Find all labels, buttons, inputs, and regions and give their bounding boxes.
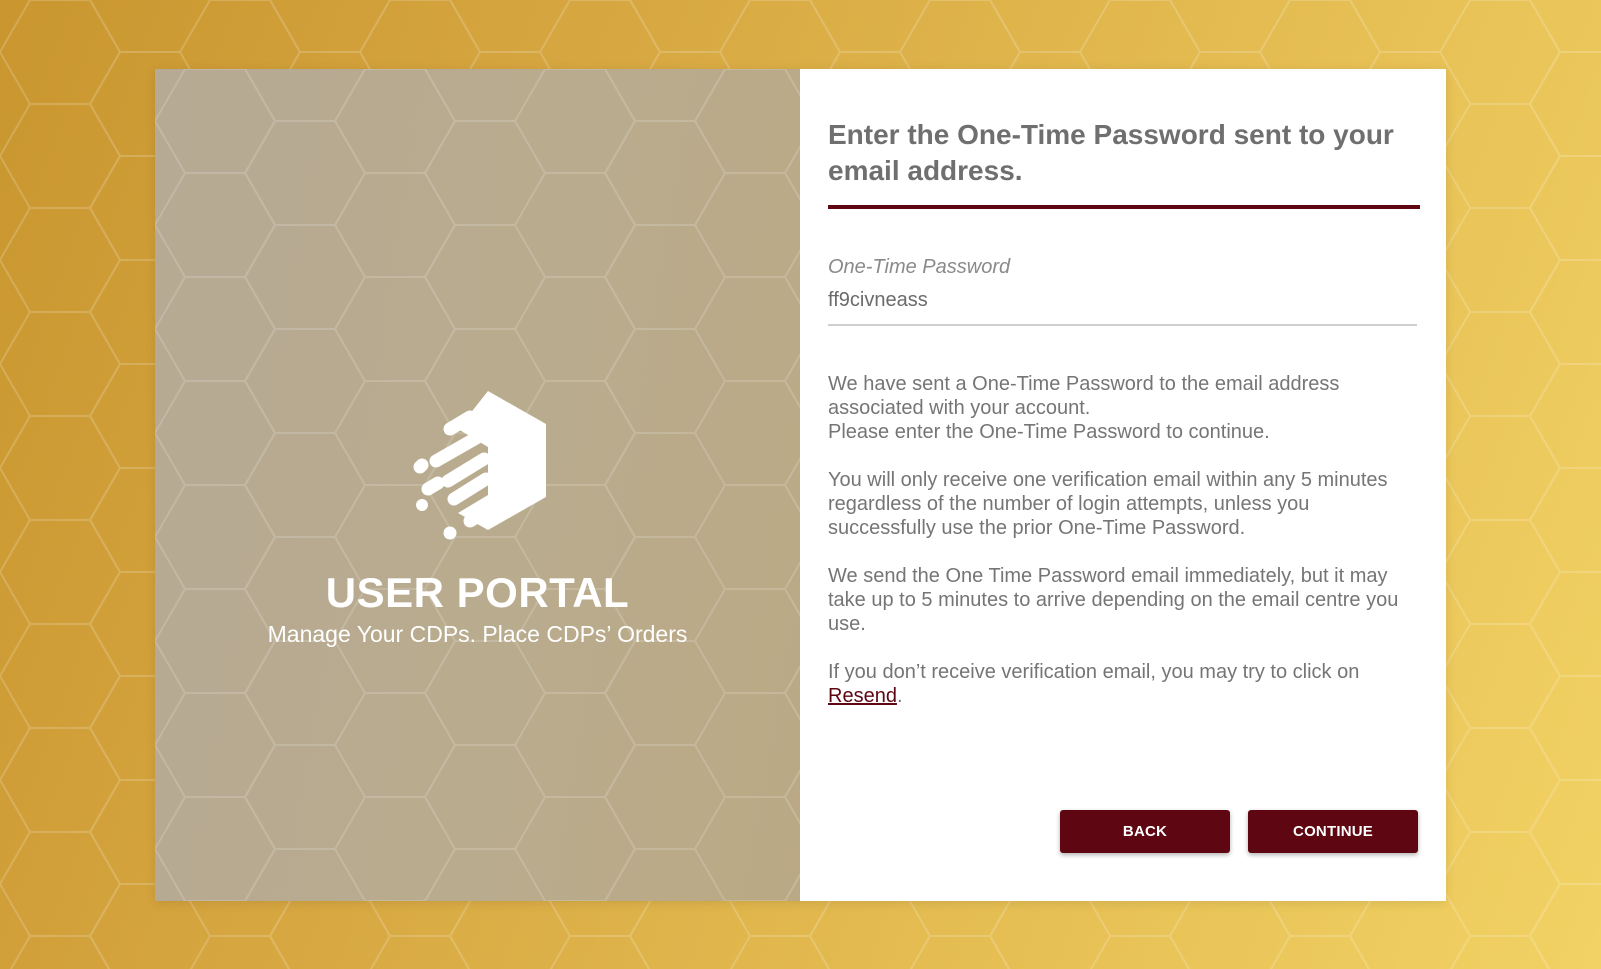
continue-button[interactable]: CONTINUE: [1248, 810, 1418, 853]
instructions-paragraph-4: If you don’t receive verification email,…: [828, 660, 1420, 708]
form-actions: BACK CONTINUE: [1060, 810, 1418, 853]
otp-heading: Enter the One-Time Password sent to your…: [828, 117, 1420, 209]
resend-prompt-text: If you don’t receive verification email,…: [828, 661, 1360, 683]
instructions-paragraph-1-line-2: Please enter the One-Time Password to co…: [828, 421, 1270, 443]
otp-input[interactable]: [828, 279, 1417, 326]
otp-field-label: One-Time Password: [828, 256, 1011, 278]
otp-form-panel: Enter the One-Time Password sent to your…: [800, 69, 1446, 901]
resend-link[interactable]: Resend: [828, 685, 897, 707]
hexagon-cube-speed-logo-icon: [413, 391, 546, 540]
resend-prompt-period: .: [896, 685, 903, 707]
brand-block: USER PORTAL Manage Your CDPs. Place CDPs…: [155, 387, 800, 649]
portal-title: USER PORTAL: [325, 569, 630, 616]
instructions-paragraph-3: We send the One Time Password email imme…: [828, 565, 1399, 635]
portal-subtitle: Manage Your CDPs. Place CDPs’ Orders: [267, 621, 688, 647]
instructions-paragraph-1: We have sent a One-Time Password to the …: [828, 372, 1420, 444]
instructions-paragraph-2: You will only receive one verification e…: [828, 469, 1388, 539]
otp-field: One-Time Password: [828, 255, 1417, 326]
otp-instructions: We have sent a One-Time Password to the …: [828, 372, 1420, 708]
instructions-paragraph-1-line-1: We have sent a One-Time Password to the …: [828, 373, 1340, 419]
login-card: USER PORTAL Manage Your CDPs. Place CDPs…: [155, 69, 1446, 901]
back-button[interactable]: BACK: [1060, 810, 1230, 853]
brand-panel: USER PORTAL Manage Your CDPs. Place CDPs…: [155, 69, 800, 901]
